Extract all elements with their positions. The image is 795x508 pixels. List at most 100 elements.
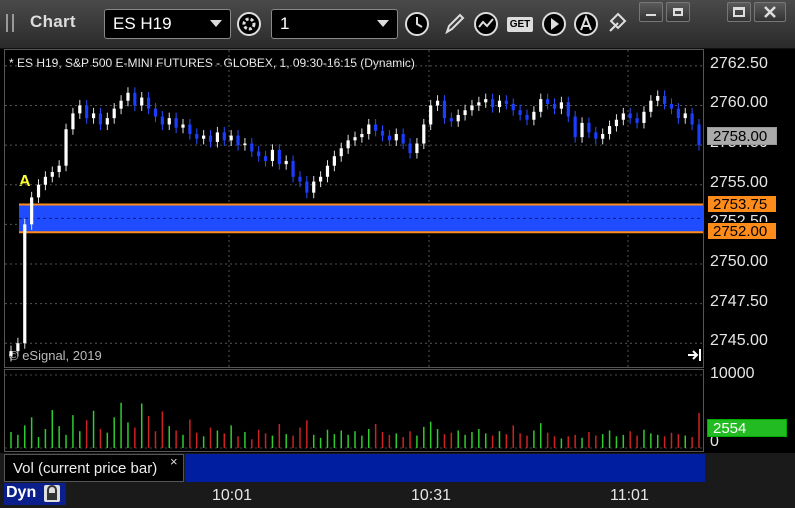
- study-icon[interactable]: [472, 10, 500, 38]
- candle-body: [257, 151, 261, 157]
- candle-body: [676, 108, 680, 119]
- candle-body: [566, 102, 570, 117]
- candle-body: [339, 148, 343, 157]
- candle-body: [552, 103, 557, 109]
- candle-body: [250, 143, 254, 152]
- candle-body: [518, 110, 522, 115]
- candle-body: [105, 118, 109, 125]
- candle-body: [305, 181, 309, 193]
- volume-axis[interactable]: 10000 0 2554: [704, 365, 795, 452]
- candle-body: [112, 108, 116, 119]
- candle-body: [167, 118, 171, 125]
- candle-body: [222, 132, 226, 141]
- candle-body: [353, 137, 357, 141]
- chevron-down-icon[interactable]: [377, 20, 389, 27]
- alert-icon[interactable]: [572, 10, 600, 38]
- candle-body: [546, 99, 550, 104]
- candle-body: [422, 124, 426, 144]
- candle-body: [229, 135, 233, 141]
- candle-body: [669, 103, 674, 109]
- candle-body: [587, 122, 591, 133]
- pencil-icon[interactable]: [440, 10, 468, 38]
- candle-body: [202, 135, 206, 139]
- lock-icon[interactable]: [44, 485, 60, 502]
- settings-gear-icon[interactable]: [235, 10, 263, 38]
- zone-lower-tag[interactable]: 2752.00: [707, 222, 777, 241]
- move-icon[interactable]: [604, 10, 632, 38]
- maximize-icon[interactable]: [727, 2, 751, 22]
- candle-body: [312, 181, 316, 193]
- price-axis[interactable]: 2762.502760.002757.502755.002752.502750.…: [704, 49, 795, 368]
- chevron-down-icon[interactable]: [210, 20, 222, 27]
- candle-body: [9, 351, 13, 356]
- candle-body: [683, 113, 687, 119]
- candle-body: [119, 100, 123, 109]
- candle-body: [319, 176, 323, 182]
- candle-body: [380, 130, 385, 136]
- candle-body: [408, 143, 412, 154]
- time-axis-label: 11:01: [610, 487, 649, 504]
- candle-body: [387, 135, 391, 141]
- candle-body: [607, 126, 612, 135]
- candle-body: [30, 197, 34, 225]
- last-price-tag[interactable]: 2758.00: [707, 127, 777, 146]
- candle-body: [236, 135, 240, 146]
- volume-legend[interactable]: Vol (current price bar): [4, 454, 184, 482]
- candle-body: [415, 143, 419, 154]
- candle-body: [78, 105, 82, 114]
- candle-body: [346, 140, 350, 149]
- candle-body: [642, 111, 646, 123]
- candle-body: [497, 100, 502, 108]
- dyn-toggle[interactable]: Dyn: [4, 483, 66, 505]
- candle-body: [532, 111, 536, 120]
- volume-chart-canvas[interactable]: [5, 370, 703, 451]
- symbol-dropdown[interactable]: ES H19: [104, 9, 231, 39]
- candle-body: [195, 134, 199, 139]
- candle-body: [23, 224, 27, 344]
- minimize-icon[interactable]: [639, 2, 663, 22]
- get-icon[interactable]: GET: [506, 10, 534, 38]
- candle-body: [64, 129, 68, 166]
- price-pane[interactable]: * ES H19, S&P 500 E-MINI FUTURES - GLOBE…: [4, 49, 704, 368]
- price-axis-label: 2755.00: [710, 173, 768, 191]
- candle-body: [456, 114, 460, 122]
- candle-body: [50, 172, 54, 177]
- candle-body: [635, 118, 639, 123]
- candle-body: [181, 124, 185, 128]
- clock-icon[interactable]: [403, 10, 431, 38]
- candle-body: [153, 108, 158, 117]
- close-icon[interactable]: [754, 2, 786, 22]
- candle-body: [573, 116, 577, 138]
- candle-body: [367, 124, 371, 135]
- volume-tag[interactable]: 2554: [707, 419, 787, 438]
- price-axis-label: 2750.00: [710, 252, 768, 270]
- candle-body: [147, 97, 151, 109]
- candle-body: [449, 118, 453, 122]
- candle-body: [614, 119, 619, 127]
- candle-body: [628, 113, 632, 119]
- restore-icon[interactable]: [666, 2, 690, 22]
- grip-icon[interactable]: [6, 14, 14, 32]
- candle-body: [621, 113, 625, 120]
- interval-dropdown[interactable]: 1: [271, 9, 398, 39]
- candle-body: [133, 92, 137, 106]
- candle-body: [477, 102, 481, 106]
- candle-body: [525, 114, 529, 120]
- candle-body: [277, 149, 281, 165]
- zone-upper-tag[interactable]: 2753.75: [707, 194, 777, 213]
- candle-body: [401, 134, 405, 144]
- volume-pane[interactable]: [4, 369, 704, 452]
- candle-body: [504, 100, 508, 104]
- candle-body: [85, 105, 89, 119]
- candle-body: [188, 124, 192, 135]
- close-icon[interactable]: ×: [170, 454, 178, 469]
- candle-body: [16, 343, 20, 352]
- volume-axis-label: 10000: [710, 365, 755, 382]
- app-title: Chart: [30, 12, 76, 31]
- candle-body: [539, 99, 543, 112]
- price-chart-canvas[interactable]: [5, 50, 703, 367]
- candle-body: [470, 105, 474, 111]
- candle-body: [284, 160, 288, 165]
- candle-body: [332, 156, 336, 166]
- play-icon[interactable]: [540, 10, 568, 38]
